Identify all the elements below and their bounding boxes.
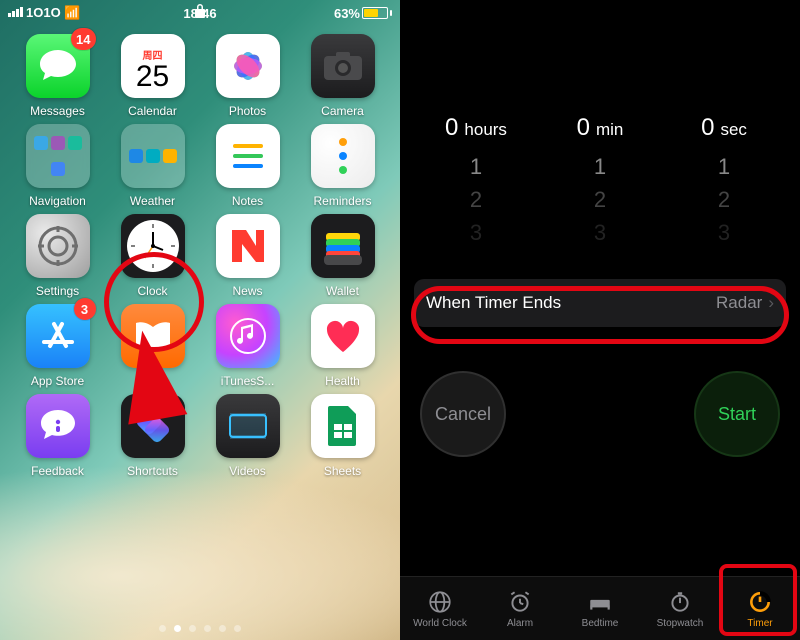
cancel-button[interactable]: Cancel [420, 371, 506, 457]
sheets-icon [311, 394, 375, 458]
globe-icon [427, 589, 453, 615]
messages-icon: 14 [26, 34, 90, 98]
itunes-icon [216, 304, 280, 368]
page-dots[interactable] [0, 625, 400, 632]
timer-icon [747, 589, 773, 615]
calendar-icon: 周四25 [121, 34, 185, 98]
stopwatch-icon [667, 589, 693, 615]
app-wallet[interactable]: Wallet [295, 214, 390, 298]
app-appstore[interactable]: 3App Store [10, 304, 105, 388]
chevron-right-icon: › [768, 293, 774, 313]
tab-timer[interactable]: Timer [720, 577, 800, 640]
app-navigation-folder[interactable]: Navigation [10, 124, 105, 208]
timer-screen: 0hours 123 0min 123 0sec 123 When Timer … [400, 0, 800, 640]
home-screen: 1O1O 📶 18:46 63% 14Messages 周四25Calendar… [0, 0, 400, 640]
settings-icon [26, 214, 90, 278]
news-icon [216, 214, 280, 278]
duration-picker[interactable]: 0hours 123 0min 123 0sec 123 [400, 110, 800, 249]
appstore-icon: 3 [26, 304, 90, 368]
app-notes[interactable]: Notes [200, 124, 295, 208]
app-weather-folder[interactable]: Weather [105, 124, 200, 208]
picker-seconds[interactable]: 0sec 123 [662, 110, 786, 249]
tab-stopwatch[interactable]: Stopwatch [640, 577, 720, 640]
app-itunes[interactable]: iTunesS... [200, 304, 295, 388]
tab-world-clock[interactable]: World Clock [400, 577, 480, 640]
app-health[interactable]: Health [295, 304, 390, 388]
bed-icon [587, 589, 613, 615]
badge: 14 [71, 28, 95, 50]
app-sheets[interactable]: Sheets [295, 394, 390, 478]
when-timer-ends-label: When Timer Ends [426, 293, 561, 313]
notes-icon [216, 124, 280, 188]
status-time: 18:46 [0, 6, 400, 21]
app-feedback[interactable]: Feedback [10, 394, 105, 478]
reminders-icon [311, 124, 375, 188]
app-photos[interactable]: Photos [200, 34, 295, 118]
health-icon [311, 304, 375, 368]
app-videos[interactable]: Videos [200, 394, 295, 478]
tab-alarm[interactable]: Alarm [480, 577, 560, 640]
clock-icon [121, 214, 185, 278]
app-messages[interactable]: 14Messages [10, 34, 105, 118]
folder-icon [121, 124, 185, 188]
app-news[interactable]: News [200, 214, 295, 298]
feedback-icon [26, 394, 90, 458]
status-bar: 1O1O 📶 18:46 63% [0, 0, 400, 22]
picker-minutes[interactable]: 0min 123 [538, 110, 662, 249]
videos-icon [216, 394, 280, 458]
app-calendar[interactable]: 周四25Calendar [105, 34, 200, 118]
app-reminders[interactable]: Reminders [295, 124, 390, 208]
alarm-icon [507, 589, 533, 615]
app-grid: 14Messages 周四25Calendar Photos Camera Na… [0, 22, 400, 478]
camera-icon [311, 34, 375, 98]
picker-hours[interactable]: 0hours 123 [414, 110, 538, 249]
app-camera[interactable]: Camera [295, 34, 390, 118]
tab-bar: World Clock Alarm Bedtime Stopwatch Time… [400, 576, 800, 640]
tab-bedtime[interactable]: Bedtime [560, 577, 640, 640]
when-timer-ends-value: Radar› [716, 293, 774, 313]
folder-icon [26, 124, 90, 188]
app-settings[interactable]: Settings [10, 214, 105, 298]
when-timer-ends-row[interactable]: When Timer Ends Radar› [414, 279, 786, 327]
photos-icon [216, 34, 280, 98]
wallet-icon [311, 214, 375, 278]
start-button[interactable]: Start [694, 371, 780, 457]
badge: 3 [74, 298, 96, 320]
app-clock[interactable]: Clock [105, 214, 200, 298]
